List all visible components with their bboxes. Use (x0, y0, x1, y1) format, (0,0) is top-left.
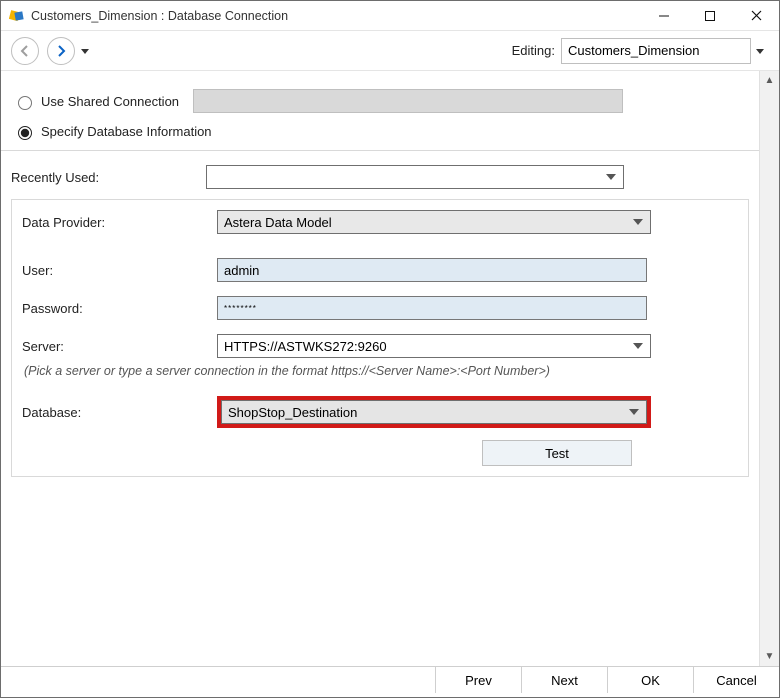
specify-text: Specify Database Information (41, 124, 212, 139)
maximize-button[interactable] (687, 1, 733, 31)
editing-dropdown-icon[interactable] (751, 43, 769, 58)
editing-label: Editing: (512, 43, 555, 58)
dialog-footer: Prev Next OK Cancel (1, 667, 779, 697)
forward-button[interactable] (47, 37, 75, 65)
next-button[interactable]: Next (521, 667, 607, 693)
minimize-button[interactable] (641, 1, 687, 31)
use-shared-radio[interactable] (18, 96, 32, 110)
database-highlight: ShopStop_Destination (217, 396, 651, 428)
scroll-up-icon[interactable]: ▲ (765, 75, 775, 86)
data-provider-select[interactable]: Astera Data Model (217, 210, 651, 234)
recently-used-label: Recently Used: (11, 170, 206, 185)
dialog-body: Use Shared Connection Specify Database I… (1, 71, 779, 667)
use-shared-text: Use Shared Connection (41, 94, 179, 109)
specify-radio-label[interactable]: Specify Database Information (13, 123, 212, 140)
test-button[interactable]: Test (482, 440, 632, 466)
password-input[interactable] (217, 296, 647, 320)
scroll-down-icon[interactable]: ▼ (765, 651, 775, 662)
user-input[interactable] (217, 258, 647, 282)
server-hint: (Pick a server or type a server connecti… (24, 364, 738, 378)
database-label: Database: (22, 405, 217, 420)
specify-radio[interactable] (18, 126, 32, 140)
server-select[interactable]: HTTPS://ASTWKS272:9260 (217, 334, 651, 358)
database-select[interactable]: ShopStop_Destination (221, 400, 647, 424)
editing-select[interactable] (561, 38, 751, 64)
vertical-scrollbar[interactable]: ▲ ▼ (759, 71, 779, 666)
password-label: Password: (22, 301, 217, 316)
divider (1, 150, 759, 151)
nav-toolbar: Editing: (1, 31, 779, 71)
shared-connection-select (193, 89, 623, 113)
data-provider-label: Data Provider: (22, 215, 217, 230)
window-title: Customers_Dimension : Database Connectio… (31, 9, 288, 23)
back-button[interactable] (11, 37, 39, 65)
app-icon (9, 8, 25, 24)
history-dropdown-icon[interactable] (81, 43, 89, 58)
server-label: Server: (22, 339, 217, 354)
title-bar: Customers_Dimension : Database Connectio… (1, 1, 779, 31)
prev-button[interactable]: Prev (435, 667, 521, 693)
ok-button[interactable]: OK (607, 667, 693, 693)
provider-group: Data Provider: Astera Data Model User: P… (11, 199, 749, 477)
cancel-button[interactable]: Cancel (693, 667, 779, 693)
user-label: User: (22, 263, 217, 278)
content-area: Use Shared Connection Specify Database I… (1, 71, 759, 666)
close-button[interactable] (733, 1, 779, 31)
recently-used-select[interactable] (206, 165, 624, 189)
use-shared-radio-label[interactable]: Use Shared Connection (13, 93, 179, 110)
dialog-window: Customers_Dimension : Database Connectio… (0, 0, 780, 698)
